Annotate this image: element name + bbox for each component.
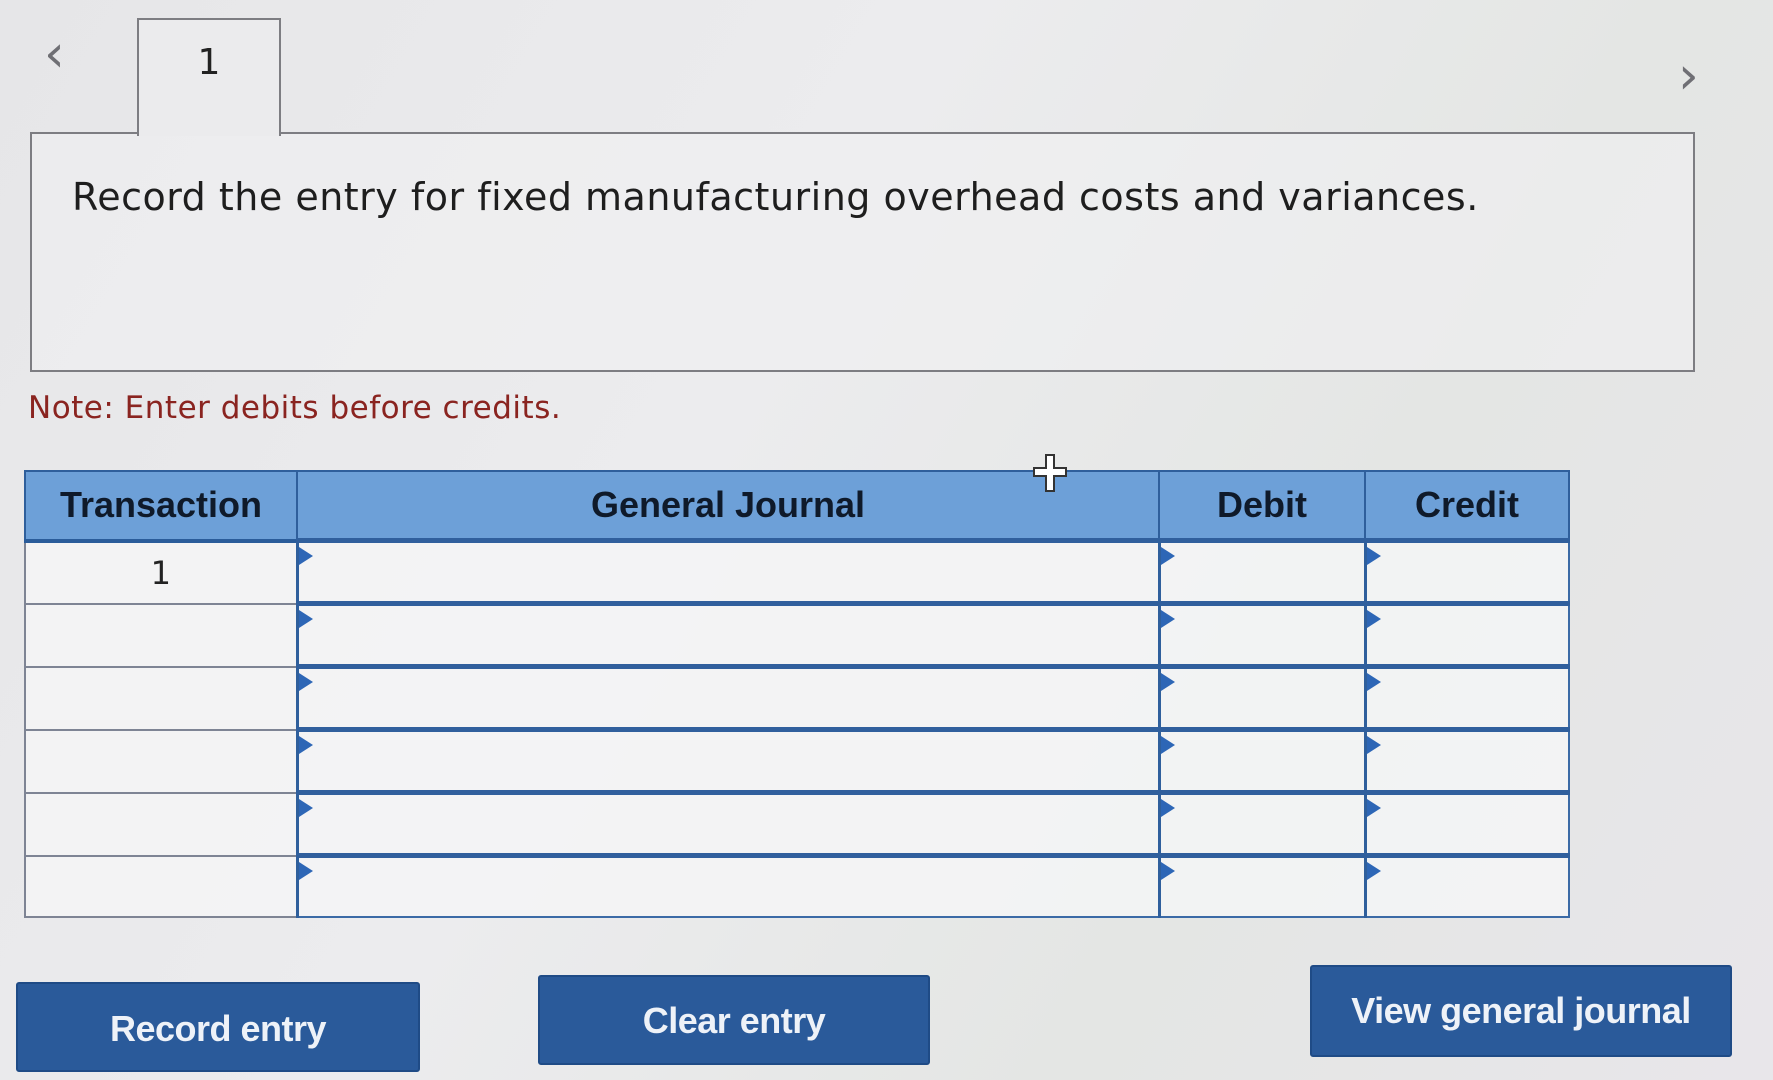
account-dropdown[interactable] xyxy=(295,853,1160,918)
input-marker-icon xyxy=(1366,736,1381,754)
credit-input[interactable] xyxy=(1363,853,1570,918)
account-dropdown[interactable] xyxy=(295,538,1160,605)
table-row: 1 xyxy=(24,538,1570,605)
debit-input[interactable] xyxy=(1157,538,1366,605)
record-entry-button[interactable]: Record entry xyxy=(16,982,420,1072)
account-dropdown[interactable] xyxy=(295,727,1160,794)
transaction-cell xyxy=(24,602,298,668)
header-debit: Debit xyxy=(1158,470,1366,543)
dropdown-marker-icon xyxy=(298,673,313,691)
input-marker-icon xyxy=(1366,547,1381,565)
debit-input[interactable] xyxy=(1157,853,1366,918)
input-marker-icon xyxy=(1160,610,1175,628)
tab-1[interactable]: 1 xyxy=(137,18,281,136)
credit-input[interactable] xyxy=(1363,601,1570,668)
dropdown-marker-icon xyxy=(298,799,313,817)
input-marker-icon xyxy=(1160,736,1175,754)
input-marker-icon xyxy=(1160,547,1175,565)
header-general-journal: General Journal xyxy=(296,470,1160,543)
table-header-row: Transaction General Journal Debit Credit xyxy=(24,470,1570,543)
table-row xyxy=(24,727,1570,794)
transaction-cell xyxy=(24,854,298,918)
transaction-cell xyxy=(24,791,298,857)
view-general-journal-button[interactable]: View general journal xyxy=(1310,965,1732,1057)
transaction-cell: 1 xyxy=(24,539,298,605)
account-dropdown[interactable] xyxy=(295,790,1160,857)
table-row xyxy=(24,853,1570,918)
tab-label: 1 xyxy=(197,42,221,83)
dropdown-marker-icon xyxy=(298,862,313,880)
credit-input[interactable] xyxy=(1363,727,1570,794)
debit-input[interactable] xyxy=(1157,790,1366,857)
debit-input[interactable] xyxy=(1157,727,1366,794)
input-marker-icon xyxy=(1366,610,1381,628)
header-credit: Credit xyxy=(1364,470,1570,543)
credit-input[interactable] xyxy=(1363,790,1570,857)
dropdown-marker-icon xyxy=(298,736,313,754)
previous-arrow-icon[interactable]: ‹ xyxy=(44,28,65,80)
table-row xyxy=(24,790,1570,857)
question-text: Record the entry for fixed manufacturing… xyxy=(72,175,1479,219)
dropdown-marker-icon xyxy=(298,610,313,628)
input-marker-icon xyxy=(1160,862,1175,880)
input-marker-icon xyxy=(1366,673,1381,691)
dropdown-marker-icon xyxy=(298,547,313,565)
debit-input[interactable] xyxy=(1157,601,1366,668)
credit-input[interactable] xyxy=(1363,664,1570,731)
note-text: Note: Enter debits before credits. xyxy=(28,390,562,426)
input-marker-icon xyxy=(1366,799,1381,817)
credit-input[interactable] xyxy=(1363,538,1570,605)
move-cursor-icon xyxy=(1033,454,1067,492)
journal-table: Transaction General Journal Debit Credit… xyxy=(24,470,1570,918)
account-dropdown[interactable] xyxy=(295,601,1160,668)
question-box xyxy=(30,132,1695,372)
table-row xyxy=(24,601,1570,668)
input-marker-icon xyxy=(1160,673,1175,691)
next-arrow-icon[interactable]: › xyxy=(1678,50,1699,102)
input-marker-icon xyxy=(1160,799,1175,817)
clear-entry-button[interactable]: Clear entry xyxy=(538,975,930,1065)
account-dropdown[interactable] xyxy=(295,664,1160,731)
debit-input[interactable] xyxy=(1157,664,1366,731)
table-row xyxy=(24,664,1570,731)
transaction-cell xyxy=(24,665,298,731)
transaction-cell xyxy=(24,728,298,794)
input-marker-icon xyxy=(1366,862,1381,880)
header-transaction: Transaction xyxy=(24,470,298,543)
